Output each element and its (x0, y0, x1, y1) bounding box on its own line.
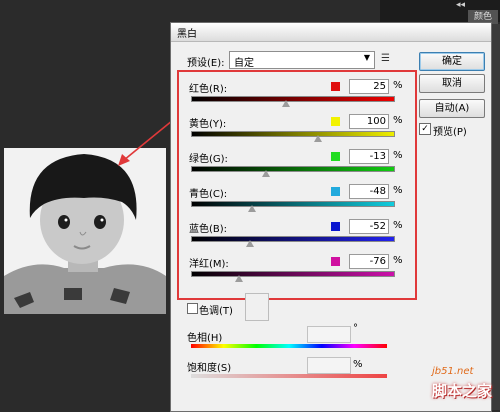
channel-slider-thumb[interactable] (247, 205, 256, 212)
channel-slider-track[interactable] (191, 236, 395, 242)
dropdown-arrow-icon: ▼ (363, 53, 370, 62)
channel-unit: % (393, 220, 403, 231)
hue-label: 色相(H) (187, 333, 223, 344)
hue-slider[interactable] (191, 344, 387, 348)
channel-unit: % (393, 255, 403, 266)
watermark-logo: 脚本之家 (432, 382, 493, 400)
channel-color-swatch (331, 117, 340, 126)
channel-slider-track[interactable] (191, 96, 395, 102)
channel-label: 黄色(Y): (189, 119, 227, 130)
hue-unit: ° (353, 323, 358, 334)
channel-unit: % (393, 150, 403, 161)
document-photo (4, 148, 166, 314)
channel-unit: % (393, 80, 403, 91)
channel-slider-track[interactable] (191, 201, 395, 207)
channel-label: 绿色(G): (189, 154, 228, 165)
saturation-label: 饱和度(S) (187, 363, 232, 374)
preset-value: 自定 (234, 58, 254, 69)
channel-unit: % (393, 185, 403, 196)
channel-value-input[interactable]: -48 (349, 184, 389, 199)
channel-slider-thumb[interactable] (261, 170, 270, 177)
channel-value-input[interactable]: -13 (349, 149, 389, 164)
dialog-titlebar[interactable]: 黑白 (171, 23, 491, 42)
channel-value-input[interactable]: -76 (349, 254, 389, 269)
tint-color-swatch[interactable] (245, 293, 269, 321)
preview-checkbox[interactable]: ✓ (419, 123, 431, 135)
channel-label: 洋红(M): (189, 259, 229, 270)
channel-unit: % (393, 115, 403, 126)
channel-label: 红色(R): (189, 84, 228, 95)
cancel-button[interactable]: 取消 (419, 74, 485, 93)
channel-slider-track[interactable] (191, 166, 395, 172)
preset-label: 预设(E): (187, 58, 225, 69)
channel-slider-track[interactable] (191, 271, 395, 277)
channel-value-input[interactable]: 25 (349, 79, 389, 94)
preset-options-icon[interactable]: ☰ (381, 53, 390, 64)
channel-label: 青色(C): (189, 189, 228, 200)
channel-slider-thumb[interactable] (281, 100, 290, 107)
channel-slider-thumb[interactable] (314, 135, 323, 142)
watermark-url: jb51.net (432, 366, 474, 377)
dialog-title: 黑白 (177, 29, 197, 40)
channel-color-swatch (331, 187, 340, 196)
collapse-panels-icon[interactable]: ◂◂ (456, 0, 465, 10)
child-portrait-image (4, 148, 166, 314)
channel-value-input[interactable]: -52 (349, 219, 389, 234)
channel-slider-track[interactable] (191, 131, 395, 137)
channel-color-swatch (331, 222, 340, 231)
channel-slider-thumb[interactable] (245, 240, 254, 247)
saturation-input[interactable] (307, 357, 351, 374)
hue-input[interactable] (307, 326, 351, 343)
saturation-unit: % (353, 359, 363, 370)
channel-slider-thumb[interactable] (235, 275, 244, 282)
tint-label: 色调(T) (199, 306, 233, 317)
preview-label: 预览(P) (433, 127, 467, 138)
channel-color-swatch (331, 257, 340, 266)
channel-color-swatch (331, 152, 340, 161)
channel-value-input[interactable]: 100 (349, 114, 389, 129)
auto-button[interactable]: 自动(A) (419, 99, 485, 118)
saturation-slider[interactable] (191, 374, 387, 378)
tint-checkbox[interactable] (187, 303, 198, 314)
channel-label: 蓝色(B): (189, 224, 228, 235)
black-white-dialog: 黑白 预设(E): 自定 ▼ ☰ 确定 取消 自动(A) ✓ 预览(P) 红色(… (170, 22, 492, 412)
preset-dropdown[interactable]: 自定 ▼ (229, 51, 375, 69)
channel-color-swatch (331, 82, 340, 91)
ok-button[interactable]: 确定 (419, 52, 485, 71)
